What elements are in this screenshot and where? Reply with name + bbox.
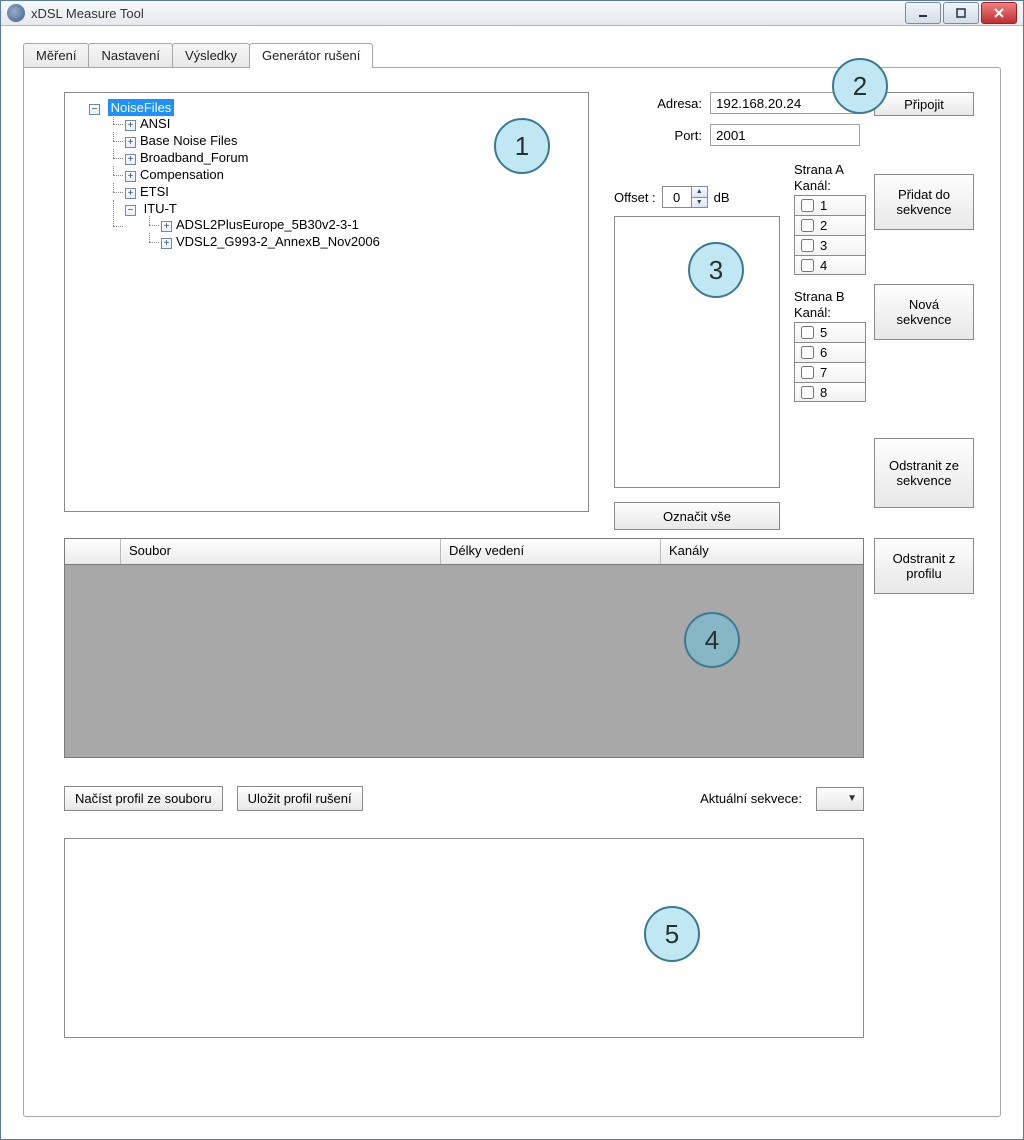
- tree-item[interactable]: Broadband_Forum: [140, 150, 248, 165]
- expand-icon[interactable]: +: [125, 120, 136, 131]
- collapse-icon[interactable]: −: [125, 205, 136, 216]
- offset-input[interactable]: [663, 187, 691, 207]
- channel-checkbox-6[interactable]: [801, 346, 814, 359]
- chevron-down-icon: ▼: [847, 793, 857, 804]
- expand-icon[interactable]: +: [125, 171, 136, 182]
- port-input[interactable]: [710, 124, 860, 146]
- minimize-button[interactable]: [905, 2, 941, 24]
- tree-item[interactable]: ADSL2PlusEurope_5B30v2-3-1: [176, 217, 359, 232]
- channel-checkbox-2[interactable]: [801, 219, 814, 232]
- offset-row: Offset : ▲ ▼ dB: [614, 186, 730, 208]
- offset-spinner[interactable]: ▲ ▼: [662, 186, 708, 208]
- channel-group-b: Strana B Kanál: 5 6 7 8: [794, 289, 866, 402]
- expand-icon[interactable]: +: [125, 154, 136, 165]
- spinner-up-icon[interactable]: ▲: [692, 187, 707, 198]
- window-title: xDSL Measure Tool: [31, 6, 905, 21]
- grid-col-lengths[interactable]: Délky vedení: [441, 539, 661, 564]
- window-controls: [905, 2, 1017, 24]
- tab-measure[interactable]: Měření: [23, 43, 89, 67]
- connect-button[interactable]: Připojit: [874, 92, 974, 116]
- app-window: xDSL Measure Tool Měření Nastavení Výsle…: [0, 0, 1024, 1140]
- channel-checkbox-8[interactable]: [801, 386, 814, 399]
- callout-5: 5: [644, 906, 700, 962]
- channel-checkbox-4[interactable]: [801, 259, 814, 272]
- channel-group-a: Strana A Kanál: 1 2 3 4: [794, 162, 866, 275]
- save-profile-button[interactable]: Uložit profil rušení: [237, 786, 363, 811]
- channel-checkbox-5[interactable]: [801, 326, 814, 339]
- channel-label: 2: [820, 218, 865, 233]
- add-to-sequence-button[interactable]: Přidat do sekvence: [874, 174, 974, 230]
- spinner-down-icon[interactable]: ▼: [692, 198, 707, 208]
- callout-1: 1: [494, 118, 550, 174]
- offset-unit: dB: [714, 190, 730, 205]
- channel-label: 1: [820, 198, 865, 213]
- current-sequence-combo[interactable]: ▼: [816, 787, 864, 811]
- callout-4: 4: [684, 612, 740, 668]
- maximize-icon: [955, 7, 967, 19]
- callout-2: 2: [832, 58, 888, 114]
- channel-group-a-label: Strana A Kanál:: [794, 162, 866, 193]
- expand-icon[interactable]: +: [125, 137, 136, 148]
- expand-icon[interactable]: +: [161, 238, 172, 249]
- tree-item-itu[interactable]: ITU-T: [144, 201, 177, 216]
- channel-selectors: Strana A Kanál: 1 2 3 4 Strana B Kanál: …: [794, 162, 866, 416]
- titlebar: xDSL Measure Tool: [1, 1, 1023, 26]
- channel-checkbox-1[interactable]: [801, 199, 814, 212]
- grid-header: Soubor Délky vedení Kanály: [65, 539, 863, 565]
- maximize-button[interactable]: [943, 2, 979, 24]
- channel-group-b-label: Strana B Kanál:: [794, 289, 866, 320]
- profile-grid[interactable]: Soubor Délky vedení Kanály: [64, 538, 864, 758]
- log-output[interactable]: [64, 838, 864, 1038]
- tab-results[interactable]: Výsledky: [172, 43, 250, 67]
- tree-item[interactable]: Base Noise Files: [140, 133, 238, 148]
- channel-label: 7: [820, 365, 865, 380]
- grid-row-selector-header: [65, 539, 121, 564]
- channel-checkbox-7[interactable]: [801, 366, 814, 379]
- load-profile-button[interactable]: Načíst profil ze souboru: [64, 786, 223, 811]
- expand-icon[interactable]: +: [125, 188, 136, 199]
- close-button[interactable]: [981, 2, 1017, 24]
- tree-item[interactable]: ANSI: [140, 116, 170, 131]
- close-icon: [993, 7, 1005, 19]
- profile-row: Načíst profil ze souboru Uložit profil r…: [64, 786, 864, 811]
- address-row: Adresa:: [640, 92, 860, 114]
- tree-item[interactable]: Compensation: [140, 167, 224, 182]
- grid-col-file[interactable]: Soubor: [121, 539, 441, 564]
- new-sequence-button[interactable]: Nová sekvence: [874, 284, 974, 340]
- tree-root[interactable]: NoiseFiles: [108, 99, 175, 116]
- channel-label: 6: [820, 345, 865, 360]
- offset-label: Offset :: [614, 190, 656, 205]
- client-area: Měření Nastavení Výsledky Generátor ruše…: [1, 26, 1023, 1139]
- app-icon: [7, 4, 25, 22]
- tree-item[interactable]: VDSL2_G993-2_AnnexB_Nov2006: [176, 234, 380, 249]
- channel-label: 4: [820, 258, 865, 273]
- port-label: Port:: [640, 128, 702, 143]
- address-label: Adresa:: [640, 96, 702, 111]
- expand-icon[interactable]: +: [161, 221, 172, 232]
- channel-label: 3: [820, 238, 865, 253]
- tab-settings[interactable]: Nastavení: [88, 43, 173, 67]
- select-all-button[interactable]: Označit vše: [614, 502, 780, 530]
- grid-col-channels[interactable]: Kanály: [661, 539, 863, 564]
- tree-item[interactable]: ETSI: [140, 184, 169, 199]
- tab-content: 1 2 3 4 5 − NoiseFiles + ANSI + Base Noise…: [23, 67, 1001, 1117]
- port-row: Port:: [640, 124, 860, 146]
- remove-from-profile-button[interactable]: Odstranit z profilu: [874, 538, 974, 594]
- collapse-icon[interactable]: −: [89, 104, 100, 115]
- channel-checkbox-3[interactable]: [801, 239, 814, 252]
- remove-from-sequence-button[interactable]: Odstranit ze sekvence: [874, 438, 974, 508]
- callout-3: 3: [688, 242, 744, 298]
- channel-label: 5: [820, 325, 865, 340]
- tab-noise-generator[interactable]: Generátor rušení: [249, 43, 373, 68]
- minimize-icon: [917, 7, 929, 19]
- current-sequence-label: Aktuální sekvece:: [700, 791, 802, 806]
- channel-label: 8: [820, 385, 865, 400]
